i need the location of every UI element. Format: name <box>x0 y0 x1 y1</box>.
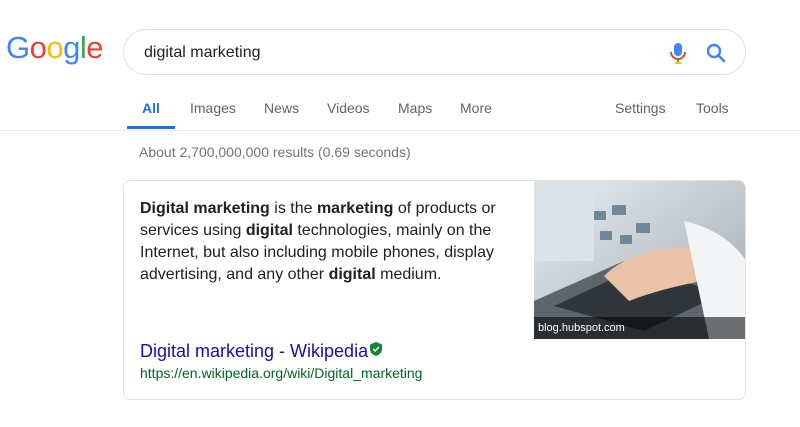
logo-letter: o <box>29 30 47 65</box>
laptop-typing-illustration <box>534 181 745 339</box>
logo-letter: o <box>46 30 64 65</box>
result-title: Digital marketing - Wikipedia <box>140 341 369 361</box>
snippet-bold-term: marketing <box>316 200 394 217</box>
snippet-description: Digital marketing is the marketing of pr… <box>140 198 510 286</box>
verified-shield-icon <box>370 340 383 361</box>
snippet-bold-term: Digital marketing <box>140 200 270 217</box>
search-tabs: All Images News Videos Maps More Setting… <box>0 87 800 131</box>
microphone-icon[interactable] <box>667 41 689 65</box>
tab-tools[interactable]: Tools <box>696 100 729 116</box>
snippet-image[interactable]: blog.hubspot.com <box>534 181 745 339</box>
search-box <box>123 29 746 75</box>
search-input[interactable] <box>144 42 644 64</box>
snippet-bold-term: digital <box>328 266 376 283</box>
active-tab-indicator <box>127 126 175 129</box>
snippet-text: medium. <box>375 266 442 283</box>
tab-settings[interactable]: Settings <box>615 100 666 116</box>
logo-letter: g <box>63 30 80 65</box>
google-logo[interactable]: Google <box>6 30 104 66</box>
result-title-link[interactable]: Digital marketing - Wikipedia <box>140 340 383 362</box>
result-stats: About 2,700,000,000 results (0.69 second… <box>139 144 411 160</box>
image-source-caption: blog.hubspot.com <box>534 317 745 339</box>
tab-maps[interactable]: Maps <box>398 100 432 116</box>
result-url[interactable]: https://en.wikipedia.org/wiki/Digital_ma… <box>140 365 422 381</box>
featured-snippet-card: Digital marketing is the marketing of pr… <box>123 180 746 400</box>
snippet-text: is the <box>269 200 317 217</box>
tab-more[interactable]: More <box>460 100 492 116</box>
logo-letter: e <box>86 30 104 65</box>
tab-videos[interactable]: Videos <box>327 100 370 116</box>
tab-all[interactable]: All <box>142 100 160 116</box>
snippet-bold-term: digital <box>245 222 293 239</box>
search-icon[interactable] <box>704 41 728 65</box>
tab-news[interactable]: News <box>264 100 299 116</box>
logo-letter: G <box>6 30 30 65</box>
tab-images[interactable]: Images <box>190 100 236 116</box>
